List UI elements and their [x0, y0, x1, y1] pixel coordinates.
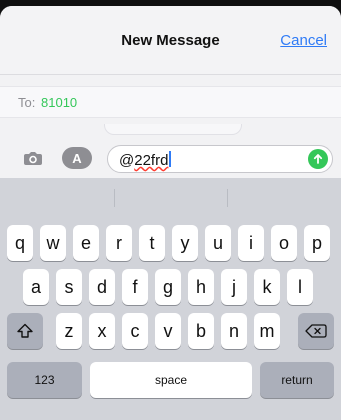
predictive-divider — [114, 189, 115, 207]
message-text: @22frd — [119, 151, 172, 169]
key-u[interactable]: u — [205, 225, 231, 261]
key-e[interactable]: e — [73, 225, 99, 261]
cancel-button[interactable]: Cancel — [280, 32, 327, 49]
recipient-row[interactable]: To: 81010 — [0, 86, 341, 118]
key-j[interactable]: j — [221, 269, 247, 305]
key-a[interactable]: a — [23, 269, 49, 305]
key-x[interactable]: x — [89, 313, 115, 349]
shift-arrow-icon — [17, 323, 33, 338]
message-text-prefix: @ — [119, 152, 135, 169]
delete-key[interactable] — [298, 313, 334, 349]
messages-compose-screen: New Message Cancel To: 81010 A @22frd q … — [0, 0, 341, 420]
key-l[interactable]: l — [287, 269, 313, 305]
key-g[interactable]: g — [155, 269, 181, 305]
key-b[interactable]: b — [188, 313, 214, 349]
key-o[interactable]: o — [271, 225, 297, 261]
key-y[interactable]: y — [172, 225, 198, 261]
numbers-key[interactable]: 123 — [7, 362, 82, 398]
send-arrow-icon — [313, 154, 323, 164]
shift-key[interactable] — [7, 313, 43, 349]
key-c[interactable]: c — [122, 313, 148, 349]
return-key[interactable]: return — [260, 362, 334, 398]
compose-bar: A @22frd — [0, 140, 341, 178]
predictive-bar — [0, 179, 341, 217]
recipient-value[interactable]: 81010 — [41, 95, 77, 110]
key-d[interactable]: d — [89, 269, 115, 305]
recipient-label: To: — [18, 95, 36, 110]
key-h[interactable]: h — [188, 269, 214, 305]
send-button[interactable] — [308, 149, 328, 169]
key-s[interactable]: s — [56, 269, 82, 305]
space-key[interactable]: space — [90, 362, 252, 398]
nav-bar: New Message Cancel — [0, 6, 341, 75]
app-store-icon[interactable]: A — [62, 147, 92, 169]
message-bubble-partial — [104, 124, 242, 135]
predictive-divider — [227, 189, 228, 207]
key-f[interactable]: f — [122, 269, 148, 305]
key-k[interactable]: k — [254, 269, 280, 305]
camera-icon[interactable] — [20, 148, 46, 168]
delete-backspace-icon — [305, 324, 327, 338]
key-z[interactable]: z — [56, 313, 82, 349]
message-input[interactable]: @22frd — [107, 145, 333, 173]
text-caret — [169, 151, 172, 167]
key-n[interactable]: n — [221, 313, 247, 349]
key-q[interactable]: q — [7, 225, 33, 261]
key-i[interactable]: i — [238, 225, 264, 261]
key-p[interactable]: p — [304, 225, 330, 261]
message-text-spellcheck: 22frd — [134, 152, 169, 169]
keyboard: q w e r t y u i o p a s d f g h j k l z … — [0, 179, 341, 420]
key-m[interactable]: m — [254, 313, 280, 349]
key-t[interactable]: t — [139, 225, 165, 261]
key-r[interactable]: r — [106, 225, 132, 261]
key-v[interactable]: v — [155, 313, 181, 349]
key-w[interactable]: w — [40, 225, 66, 261]
